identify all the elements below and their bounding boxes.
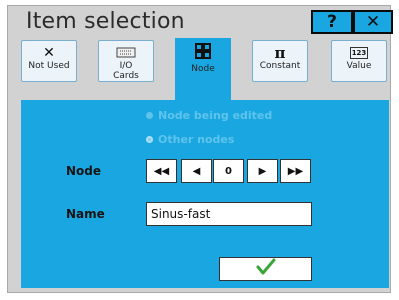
first-node-button[interactable]: ◀◀	[146, 159, 177, 183]
radio-dot-selected	[146, 136, 153, 143]
tab-node-label: Node	[191, 64, 215, 74]
radio-node-being-edited[interactable]: Node being edited	[146, 109, 272, 122]
io-card-icon	[116, 44, 136, 61]
tab-not-used[interactable]: ✕ Not Used	[21, 40, 77, 82]
node-label: Node	[66, 164, 102, 178]
name-input[interactable]	[146, 202, 312, 226]
next-node-button[interactable]: ▶	[247, 159, 278, 183]
node-tab-content	[21, 100, 389, 288]
tab-constant[interactable]: π Constant	[252, 40, 308, 82]
tab-value[interactable]: 123 Value	[331, 40, 387, 82]
ok-button[interactable]	[219, 257, 312, 281]
radio-other-nodes-label: Other nodes	[158, 133, 235, 146]
node-grid-icon	[195, 42, 211, 60]
value-icon-text: 123	[349, 46, 369, 59]
pi-icon: π	[274, 43, 286, 62]
close-button[interactable]: ✕	[353, 10, 393, 34]
tab-io-cards-label: I/O Cards	[113, 61, 139, 81]
tab-constant-label: Constant	[259, 61, 301, 71]
tab-value-label: Value	[346, 61, 372, 71]
radio-other-nodes[interactable]: Other nodes	[146, 133, 234, 146]
radio-dot	[146, 112, 153, 119]
last-node-button[interactable]: ▶▶	[280, 159, 311, 183]
tab-io-cards[interactable]: I/O Cards	[98, 40, 154, 82]
checkmark-icon	[256, 258, 276, 280]
help-button[interactable]: ?	[311, 10, 353, 34]
node-value-display: 0	[213, 159, 244, 183]
name-label: Name	[66, 207, 105, 221]
dialog-title: Item selection	[26, 9, 185, 34]
tab-node[interactable]: Node	[175, 38, 231, 100]
value-123-icon: 123	[349, 44, 369, 61]
radio-node-being-edited-label: Node being edited	[158, 109, 273, 122]
screen: Item selection ? ✕ ✕ Not Used I/O Cards …	[0, 0, 399, 300]
previous-node-button[interactable]: ◀	[181, 159, 212, 183]
tab-not-used-label: Not Used	[28, 61, 70, 71]
x-icon: ✕	[43, 44, 55, 61]
